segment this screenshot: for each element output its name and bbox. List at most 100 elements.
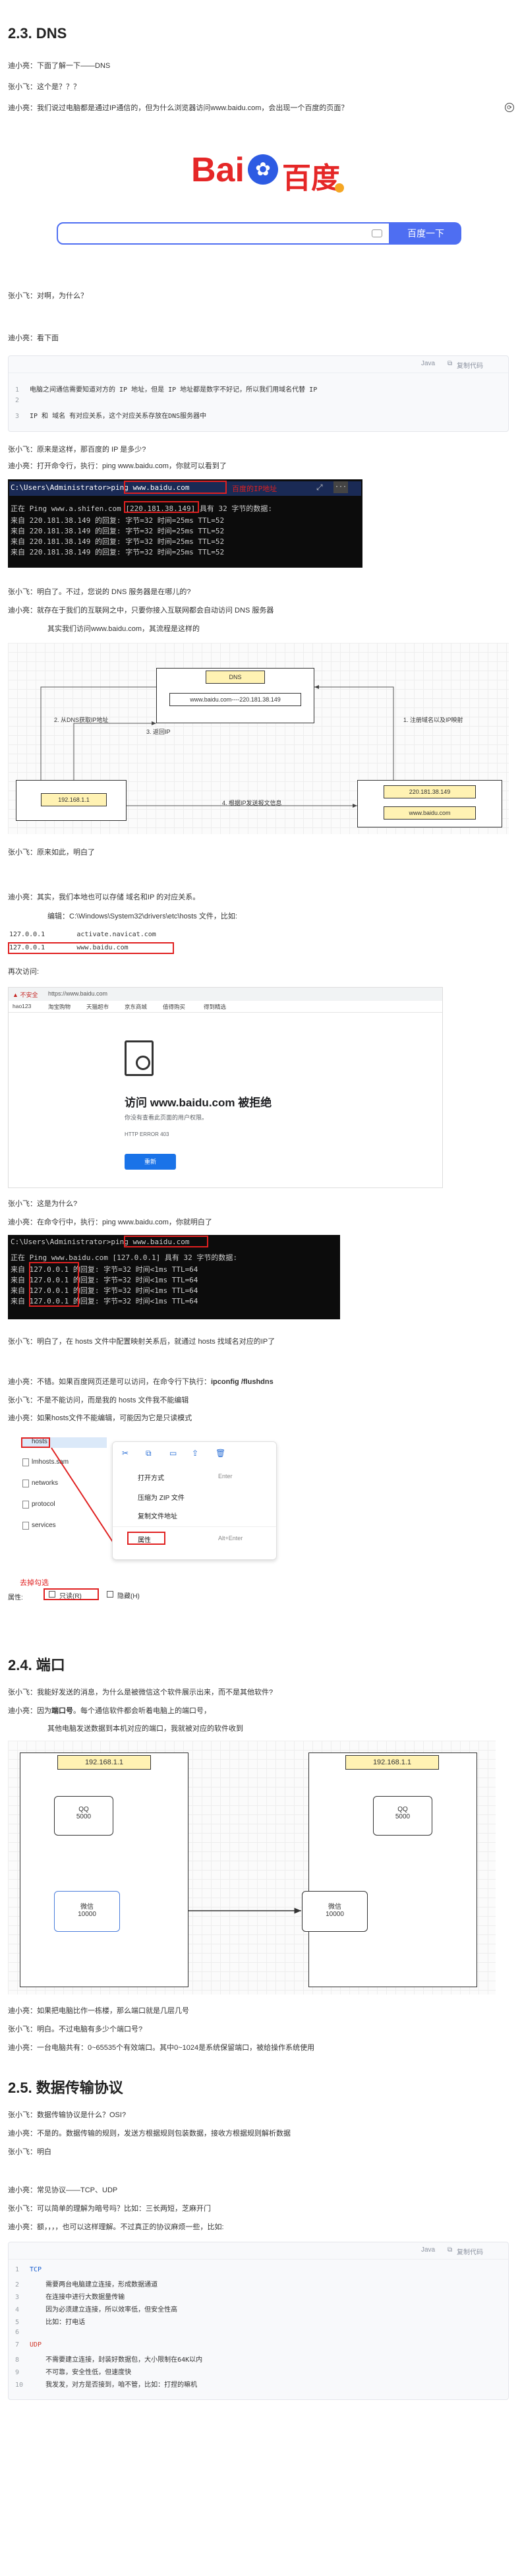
expand-icon[interactable]: ⤢: [316, 483, 323, 493]
reload-icon[interactable]: ⟳: [505, 103, 514, 112]
annotation: 百度的IP地址: [232, 485, 277, 493]
right-ip: 192.168.1.1: [345, 1755, 439, 1770]
highlight-box: [124, 1236, 208, 1247]
hosts-line: 127.0.0.1 activate.navicat.com: [9, 931, 156, 938]
paragraph: 其实我们访问www.baidu.com，其流程是这样的: [47, 625, 200, 633]
menu-item-zip[interactable]: 压缩为 ZIP 文件: [138, 1492, 185, 1502]
highlight-box: [29, 1262, 79, 1307]
rename-icon[interactable]: ▭: [169, 1449, 177, 1458]
menu-item-copy-path[interactable]: 复制文件地址: [138, 1511, 177, 1520]
paragraph: 迪小亮：额，，，，也可以这样理解。不过真正的协议麻烦一些，比如:: [8, 2223, 224, 2231]
code-line: 1 电脑之间通信需要知道对方的 IP 地址，但是 IP 地址都是数字不好记，所以我…: [15, 386, 318, 394]
paragraph: 张小飞：对啊，为什么？: [8, 292, 88, 300]
hidden-label: 隐藏(H): [117, 1593, 140, 1600]
search-input[interactable]: [57, 222, 390, 245]
paragraph: 迪小亮：不是的。数据传输的规则，发送方根据规则包装数据，接收方根据规则解析数据: [8, 2130, 291, 2138]
more-button[interactable]: ···: [333, 481, 348, 493]
code-block-header: Java ⧉ 复制代码: [9, 2242, 508, 2260]
terminal-line: 来自 220.181.38.149 的回复: 字节=32 时间=25ms TTL…: [11, 516, 225, 525]
annotation: 去掉勾选: [20, 1579, 49, 1587]
paragraph: 迪小亮：我们说过电脑都是通过IP通信的，但为什么浏览器访问www.baidu.c…: [8, 104, 349, 112]
app-name: QQ: [78, 1806, 89, 1813]
paragraph: 迪小亮：看下面: [8, 334, 59, 342]
bookmark-item[interactable]: 得到精选: [204, 1003, 226, 1011]
highlight-box: [127, 1532, 165, 1545]
highlight-box: [124, 501, 199, 513]
warning-icon: ▲: [13, 992, 18, 998]
code-line: 9 不可靠，安全性低，但速度快: [15, 2369, 132, 2376]
delete-icon[interactable]: 🗑: [216, 1449, 225, 1458]
copy-icon[interactable]: ⧉: [146, 1449, 152, 1458]
terminal-line: 来自 220.181.38.149 的回复: 字节=32 时间=25ms TTL…: [11, 537, 225, 546]
copy-code-button[interactable]: 复制代码: [457, 2246, 483, 2256]
paragraph: 再次访问:: [8, 968, 40, 976]
paragraph: 迪小亮：一台电脑共有：0~65535个有效端口。其中0~1024是系统保留端口，…: [8, 2044, 315, 2052]
paragraph: 迪小亮：常见协议——TCP、UDP: [8, 2186, 118, 2194]
step-label: 2. 从DNS获取IP地址: [54, 717, 109, 723]
camera-icon[interactable]: [372, 229, 382, 237]
copy-icon[interactable]: ⧉: [448, 360, 452, 367]
bookmark-item[interactable]: 淘宝购物: [48, 1003, 71, 1011]
dns-label: DNS: [206, 671, 265, 684]
bookmark-item[interactable]: 京东商城: [125, 1003, 147, 1011]
paragraph: 迪小亮：不错。如果百度网页还是可以访问，在命令行下执行：ipconfig /fl…: [8, 1378, 274, 1386]
app-port: 10000: [326, 1911, 344, 1918]
file-explorer: hosts lmhosts.sam networks protocol serv…: [8, 1431, 278, 1569]
hidden-checkbox[interactable]: [107, 1591, 113, 1598]
code-language: Java: [421, 2246, 436, 2254]
section-title-ports: 2.4. 端口: [8, 1657, 65, 1673]
paragraph: 张小飞：我能好发送的消息，为什么是被微信这个软件展示出来，而不是其他软件?: [8, 1689, 274, 1696]
paragraph: 张小飞：可以简单的理解为暗号吗？比如：三长两短，芝麻开门: [8, 2205, 211, 2213]
paragraph: 张小飞：不是不能访问，而是我的 hosts 文件我不能编辑: [8, 1396, 189, 1404]
computer-left: [20, 1752, 188, 1987]
terminal-line: 正在 Ping www.baidu.com [127.0.0.1] 具有 32 …: [11, 1253, 238, 1262]
bookmark-item[interactable]: hao123: [13, 1003, 31, 1009]
paragraph: 迪小亮：其实，我们本地也可以存储 域名和IP 的对应关系。: [8, 893, 200, 901]
menu-shortcut: Enter: [218, 1473, 233, 1480]
search-button[interactable]: 百度一下: [390, 222, 461, 245]
readonly-label: 只读(R): [59, 1593, 82, 1600]
reload-button[interactable]: 重新: [125, 1154, 176, 1170]
app-name: QQ: [397, 1806, 408, 1813]
code-line: 5 比如：打电话: [15, 2319, 86, 2326]
attributes-label: 属性:: [8, 1594, 23, 1602]
cut-icon[interactable]: ✂: [122, 1449, 129, 1458]
url-bar[interactable]: https://www.baidu.com: [48, 990, 107, 997]
wechat-app-left: 微信 10000: [54, 1891, 120, 1932]
step-label: 1. 注册域名以及IP映射: [403, 717, 463, 723]
paragraph: 张小飞：明白: [8, 2148, 51, 2156]
qq-app-left: QQ 5000: [54, 1796, 113, 1836]
app-port: 5000: [76, 1813, 92, 1820]
insecure-badge[interactable]: ▲ 不安全: [13, 990, 38, 999]
menu-item-open-with[interactable]: 打开方式: [138, 1472, 164, 1482]
paragraph: 其他电脑发送数据到本机对应的端口，我就被对应的软件收到: [47, 1725, 243, 1733]
step-label: 4. 根据IP发送报文信息: [222, 800, 282, 806]
bookmark-item[interactable]: 值得购买: [163, 1003, 185, 1011]
context-menu: ✂ ⧉ ▭ ⇪ 🗑 打开方式 Enter 压缩为 ZIP 文件 复制文件地址 属…: [112, 1441, 277, 1560]
app-port: 5000: [395, 1813, 411, 1820]
code-line: 3 在连接中进行大数据量传输: [15, 2294, 125, 2301]
terminal-line: 来自 220.181.38.149 的回复: 字节=32 时间=25ms TTL…: [11, 527, 225, 535]
bookmark-item[interactable]: 天猫超市: [86, 1003, 109, 1011]
paragraph: 张小飞：原来是这样，那百度的 IP 是多少?: [8, 446, 146, 454]
error-code: HTTP ERROR 403: [125, 1131, 169, 1137]
copy-icon[interactable]: ⧉: [448, 2246, 452, 2254]
app-port: 10000: [78, 1911, 96, 1918]
copy-code-button[interactable]: 复制代码: [457, 360, 483, 370]
paragraph: 迪小亮：因为端口号。每个通信软件都会听着电脑上的端口号，: [8, 1707, 211, 1715]
paragraph: 张小飞：这是为什么?: [8, 1200, 78, 1208]
error-subtitle: 你没有查看此页面的用户权限。: [125, 1114, 208, 1121]
paragraph: 迪小亮：打开命令行，执行：ping www.baidu.com，你就可以看到了: [8, 462, 227, 470]
baidu-logo: Bai ✿ 百度: [186, 142, 344, 199]
share-icon[interactable]: ⇪: [192, 1449, 198, 1458]
highlight-box: [8, 942, 174, 954]
code-line: 2: [15, 397, 20, 404]
paragraph: 迪小亮：如果把电脑比作一栋楼，那么端口就是几层几号: [8, 2007, 189, 2015]
code-block: Java ⧉ 复制代码 1 TCP 2 需要两台电脑建立连接，形成数据通道 3 在连接…: [8, 2242, 509, 2400]
dns-mapping: www.baidu.com----220.181.38.149: [169, 693, 301, 706]
readonly-checkbox[interactable]: [49, 1591, 55, 1598]
badge-icon: [335, 183, 344, 193]
ports-diagram: 192.168.1.1 QQ 5000 微信 10000 192.168.1.1…: [8, 1741, 496, 1994]
client-ip: 192.168.1.1: [41, 793, 107, 806]
paragraph: 张小飞：原来如此，明白了: [8, 849, 95, 856]
